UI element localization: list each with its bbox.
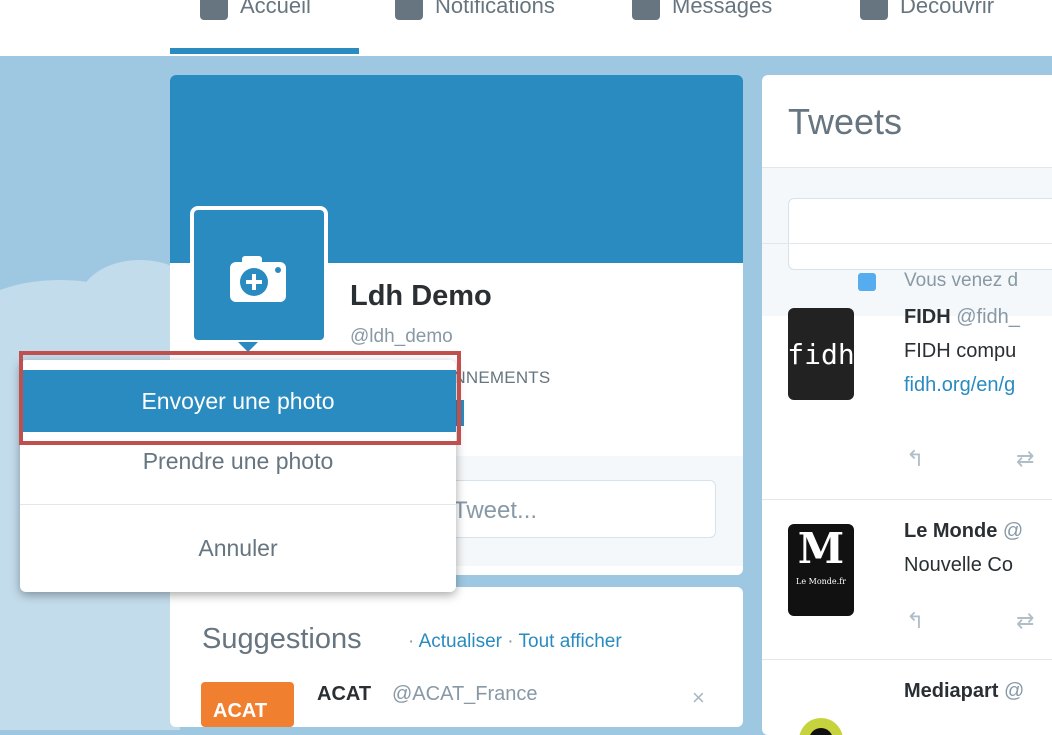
fidh-avatar[interactable]: fidh — [787, 308, 855, 400]
mediapart-avatar[interactable] — [788, 700, 854, 735]
retweet-icon[interactable]: ⇄ — [1016, 446, 1034, 472]
retweet-icon[interactable]: ⇄ — [1016, 608, 1034, 634]
separator-dot: · — [408, 631, 415, 652]
hashtag-icon — [860, 0, 888, 20]
nav-messages-label: Messages — [672, 0, 773, 18]
suggestions-title: Suggestions — [202, 623, 362, 655]
refresh-link[interactable]: Actualiser — [419, 631, 502, 652]
view-all-link[interactable]: Tout afficher — [519, 631, 622, 652]
tweet-item[interactable]: Vous venez d fidh FIDH @fidh_ FIDH compu… — [762, 243, 1052, 500]
tweet-item[interactable]: M Le Monde.fr Le Monde @ Nouvelle Co ↰ ⇄ — [762, 499, 1052, 660]
take-photo-option[interactable]: Prendre une photo — [20, 448, 456, 475]
tweet-author-name: Mediapart — [904, 680, 999, 702]
nav-notifications-label: Notifications — [435, 0, 555, 18]
nav-home[interactable]: Accueil — [200, 0, 311, 26]
user-icon — [858, 273, 876, 291]
suggestions-actions: · Actualiser · Tout afficher — [408, 631, 622, 653]
profile-avatar-upload[interactable] — [190, 206, 328, 352]
tweet-link[interactable]: fidh.org/en/g — [904, 374, 1015, 397]
le-monde-avatar[interactable]: M Le Monde.fr — [788, 524, 854, 616]
tweet-author-handle: @ — [1004, 680, 1025, 702]
suggestion-handle: @ACAT_France — [392, 683, 538, 705]
le-monde-logo-letter: M — [797, 524, 845, 573]
tweet-author-name: FIDH — [904, 306, 951, 328]
cancel-option[interactable]: Annuler — [20, 535, 456, 562]
dismiss-suggestion-button[interactable]: × — [692, 685, 705, 711]
nav-active-indicator — [170, 48, 359, 54]
reply-icon[interactable]: ↰ — [906, 608, 924, 634]
tweet-context: Vous venez d — [904, 270, 1019, 291]
suggestion-name[interactable]: ACAT — [317, 683, 371, 706]
menu-divider — [20, 504, 456, 505]
tweet-author-name: Le Monde — [904, 520, 998, 542]
camera-plus-icon — [230, 256, 286, 302]
nav-home-label: Accueil — [240, 0, 311, 18]
nav-messages[interactable]: Messages — [632, 0, 772, 26]
acat-avatar[interactable]: ACAT — [201, 682, 294, 727]
tweet-author[interactable]: Mediapart @ — [904, 680, 1024, 703]
profile-handle: @ldh_demo — [350, 326, 453, 347]
profile-name[interactable]: Ldh Demo — [350, 280, 492, 313]
reply-icon[interactable]: ↰ — [906, 446, 924, 472]
suggestions-card: Suggestions · Actualiser · Tout afficher… — [170, 587, 743, 727]
separator-dot: · — [507, 631, 514, 652]
le-monde-logo-caption: Le Monde.fr — [796, 577, 846, 586]
nav-discover-label: Découvrir — [900, 0, 995, 18]
tweets-column: Tweets Vous venez d fidh FIDH @fidh_ FID… — [762, 75, 1052, 735]
bell-icon — [395, 0, 423, 20]
highlight-annotation-box — [19, 351, 461, 445]
tweets-title: Tweets — [788, 101, 903, 142]
envelope-icon — [632, 0, 660, 20]
tweet-author-handle: @fidh_ — [956, 306, 1020, 328]
nav-notifications[interactable]: Notifications — [395, 0, 555, 26]
tweet-item[interactable]: Mediapart @ — [762, 659, 1052, 735]
mediapart-logo — [799, 718, 843, 735]
home-icon — [200, 0, 228, 20]
nav-discover[interactable]: Découvrir — [860, 0, 994, 26]
tweet-author[interactable]: Le Monde @ — [904, 520, 1023, 543]
tweet-author[interactable]: FIDH @fidh_ — [904, 306, 1020, 329]
tweet-text: FIDH compu — [904, 340, 1017, 362]
top-navigation: Accueil Notifications Messages Découvrir — [0, 0, 1052, 56]
tweet-author-handle: @ — [1002, 520, 1024, 542]
tweet-text: Nouvelle Co — [904, 554, 1013, 576]
